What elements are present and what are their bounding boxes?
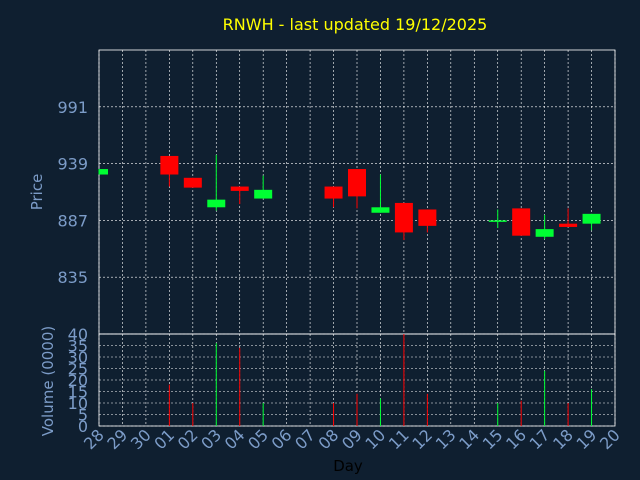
candle-body (559, 223, 578, 227)
candle-28 (98, 169, 108, 175)
chart-title: RNWH - last updated 19/12/2025 (223, 15, 488, 34)
candle-02 (183, 177, 202, 188)
volume-tick-label: 40 (68, 325, 88, 344)
candle-body (371, 207, 390, 213)
candle-body (512, 208, 531, 236)
candle-body (348, 169, 366, 197)
candle-09 (348, 169, 366, 209)
stock-chart: RNWH - last updated 19/12/2025 835 887 939… (28, 15, 624, 475)
candle-04 (230, 186, 249, 205)
day-x-ticks: 2829300102030405060708091011121314151617… (80, 425, 624, 453)
candle-body (394, 202, 413, 233)
price-tick-label: 939 (57, 155, 88, 174)
price-y-ticks: 835 887 939 991 (57, 98, 88, 287)
day-axis-label: Day (333, 457, 363, 475)
price-tick-label: 887 (57, 211, 88, 230)
candle-12 (418, 209, 437, 233)
candle-body (254, 189, 273, 199)
candle-body (418, 209, 437, 226)
candle-body (207, 199, 226, 208)
candles (98, 154, 601, 241)
candle-10 (371, 174, 390, 213)
candle-body (160, 155, 179, 175)
chart-canvas: RNWH - last updated 19/12/2025 835 887 939… (0, 0, 640, 480)
candle-15 (488, 209, 507, 229)
price-axis-label: Price (28, 174, 46, 211)
candle-body (324, 186, 343, 199)
candle-08 (324, 186, 343, 208)
candle-body (488, 220, 507, 222)
volume-axis-label: Volume (0000) (39, 326, 57, 436)
candle-19 (582, 213, 601, 231)
candle-body (183, 177, 202, 188)
candle-01 (160, 155, 179, 187)
price-tick-label: 991 (57, 98, 88, 117)
candle-05 (254, 175, 273, 199)
price-tick-label: 835 (57, 268, 88, 287)
candle-11 (394, 202, 413, 241)
candle-body (99, 169, 108, 175)
candle-body (582, 213, 601, 224)
volume-y-ticks: 0510152025303540 (68, 325, 88, 436)
candle-body (535, 229, 554, 237)
candle-18 (559, 208, 578, 227)
candle-body (230, 186, 249, 191)
candle-03 (207, 154, 226, 211)
candle-16 (512, 208, 531, 236)
day-tick-label: 20 (596, 425, 624, 453)
candle-17 (535, 214, 554, 239)
